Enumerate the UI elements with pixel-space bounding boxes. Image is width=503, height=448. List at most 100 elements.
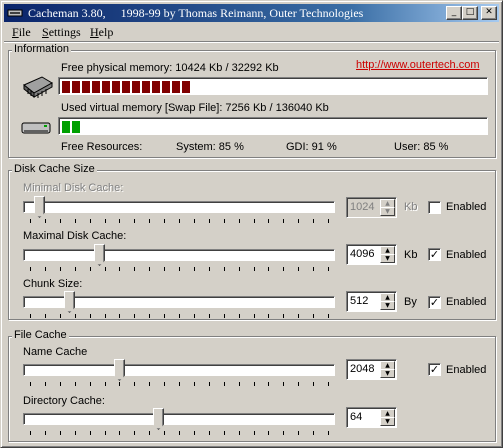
chunk-size-spinbox[interactable]: 512 ▲ ▼ [346, 291, 397, 312]
min-disk-cache-enabled-checkbox[interactable] [428, 201, 441, 214]
user-resources-value: User: 85 % [394, 141, 449, 153]
name-cache-value[interactable]: 2048 [350, 363, 374, 375]
chunk-size-label: Chunk Size: [23, 278, 83, 290]
virtual-memory-meter [58, 117, 488, 135]
name-cache-down-arrow[interactable]: ▼ [380, 369, 395, 378]
max-disk-cache-enabled-label[interactable]: Enabled [446, 249, 486, 261]
slider-tick [283, 267, 284, 271]
outertech-link[interactable]: http://www.outertech.com [356, 59, 480, 71]
close-button[interactable]: ✕ [481, 6, 497, 20]
slider-tick [194, 267, 195, 271]
slider-tick [134, 314, 135, 318]
menu-separator [4, 41, 499, 43]
free-resources-label: Free Resources: [61, 141, 143, 153]
meter-block [182, 81, 190, 93]
slider-tick [30, 314, 31, 318]
minimize-button[interactable]: _ [446, 6, 462, 20]
name-cache-slider-track[interactable] [23, 364, 335, 376]
slider-tick [283, 431, 284, 435]
min-disk-cache-unit: Kb [404, 201, 418, 213]
slider-tick [313, 431, 314, 435]
slider-tick [239, 314, 240, 318]
slider-tick [164, 267, 165, 271]
slider-tick [298, 431, 299, 435]
slider-tick [239, 382, 240, 386]
slider-tick [313, 314, 314, 318]
slider-tick [75, 431, 76, 435]
meter-block [152, 81, 160, 93]
max-disk-cache-slider-track[interactable] [23, 249, 335, 261]
slider-tick [60, 431, 61, 435]
slider-tick [60, 382, 61, 386]
slider-tick [268, 219, 269, 223]
min-disk-cache-value[interactable]: 1024 [350, 201, 374, 213]
meter-block [62, 81, 70, 93]
slider-tick [194, 219, 195, 223]
slider-tick [328, 267, 329, 271]
file-cache-group-title: File Cache [12, 329, 69, 341]
maximize-button[interactable]: □ [462, 6, 478, 20]
name-cache-enabled-checkbox[interactable]: ✓ [428, 363, 441, 376]
slider-tick [164, 431, 165, 435]
slider-tick [268, 314, 269, 318]
slider-tick [75, 267, 76, 271]
min-disk-cache-down-arrow[interactable]: ▼ [380, 207, 395, 216]
slider-tick [164, 219, 165, 223]
meter-block [172, 81, 180, 93]
slider-tick [134, 431, 135, 435]
chunk-size-enabled-checkbox[interactable]: ✓ [428, 296, 441, 309]
slider-tick [30, 219, 31, 223]
slider-tick [119, 314, 120, 318]
slider-tick [224, 382, 225, 386]
slider-tick [179, 219, 180, 223]
min-disk-cache-spinbox[interactable]: 1024 ▲ ▼ [346, 197, 397, 218]
directory-cache-value[interactable]: 64 [350, 411, 362, 423]
slider-tick [268, 431, 269, 435]
max-disk-cache-down-arrow[interactable]: ▼ [380, 254, 395, 263]
title-bar[interactable]: Cacheman 3.80, 1998-99 by Thomas Reimann… [4, 4, 499, 22]
chunk-size-ticks [23, 314, 335, 319]
information-group-title: Information [12, 43, 72, 55]
max-disk-cache-spinbox[interactable]: 4096 ▲ ▼ [346, 244, 397, 265]
name-cache-enabled-label[interactable]: Enabled [446, 364, 486, 376]
max-disk-cache-unit: Kb [404, 249, 418, 261]
slider-tick [164, 382, 165, 386]
system-resources-value: System: 85 % [176, 141, 244, 153]
chunk-size-value[interactable]: 512 [350, 295, 368, 307]
directory-cache-down-arrow[interactable]: ▼ [380, 417, 395, 426]
slider-tick [105, 267, 106, 271]
slider-tick [209, 267, 210, 271]
menu-settings[interactable]: Settings [42, 25, 81, 40]
directory-cache-spinbox[interactable]: 64 ▲ ▼ [346, 407, 397, 428]
name-cache-spinbox[interactable]: 2048 ▲ ▼ [346, 359, 397, 380]
slider-tick [45, 431, 46, 435]
slider-tick [149, 267, 150, 271]
min-disk-cache-slider-track[interactable] [23, 201, 335, 213]
slider-tick [60, 314, 61, 318]
slider-tick [328, 382, 329, 386]
menu-file[interactable]: File [12, 25, 31, 40]
min-disk-cache-ticks [23, 219, 335, 224]
slider-tick [179, 267, 180, 271]
meter-block [162, 81, 170, 93]
slider-tick [75, 382, 76, 386]
min-disk-cache-enabled-label[interactable]: Enabled [446, 201, 486, 213]
gdi-resources-value: GDI: 91 % [286, 141, 337, 153]
chunk-size-enabled-label[interactable]: Enabled [446, 296, 486, 308]
slider-tick [90, 431, 91, 435]
max-disk-cache-enabled-checkbox[interactable]: ✓ [428, 248, 441, 261]
slider-tick [60, 267, 61, 271]
slider-tick [149, 314, 150, 318]
memory-chip-icon [23, 76, 53, 99]
directory-cache-slider-track[interactable] [23, 413, 335, 425]
slider-tick [119, 382, 120, 386]
slider-tick [313, 267, 314, 271]
max-disk-cache-value[interactable]: 4096 [350, 248, 374, 260]
menu-help[interactable]: Help [90, 25, 113, 40]
meter-block [82, 81, 90, 93]
meter-block [132, 81, 140, 93]
chunk-size-down-arrow[interactable]: ▼ [380, 301, 395, 310]
meter-block [92, 81, 100, 93]
slider-tick [209, 382, 210, 386]
max-disk-cache-label: Maximal Disk Cache: [23, 230, 127, 242]
